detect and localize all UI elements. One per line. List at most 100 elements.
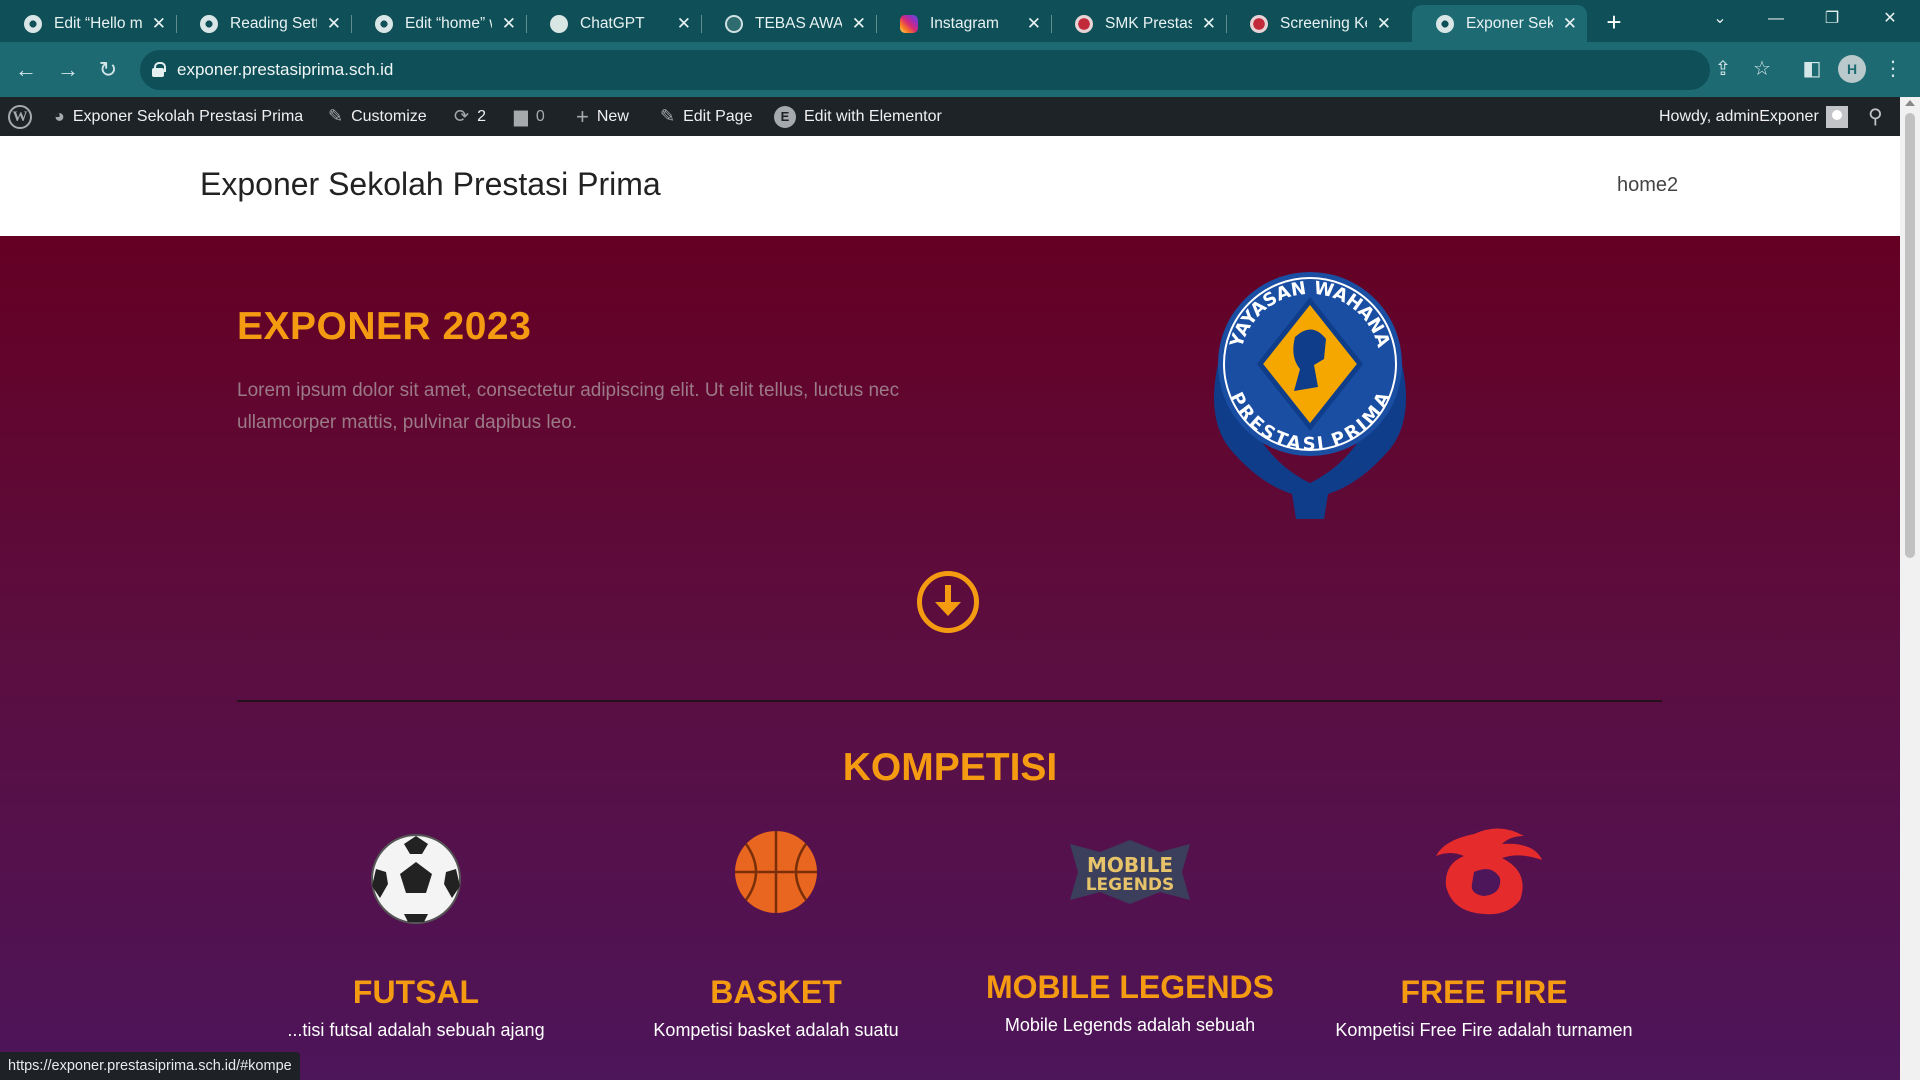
tab-search-icon[interactable]: ⌄ [1692,0,1748,38]
bookmark-star-icon[interactable]: ☆ [1747,54,1777,84]
hero-title: EXPONER 2023 [237,305,532,348]
card-description: Mobile Legends adalah sebuah [1004,1015,1256,1035]
edit-page-label: Edit Page [683,107,753,125]
competition-card-basket[interactable]: BASKET Kompetisi basket adalah suatu [616,814,936,1040]
page-scrollbar[interactable] [1900,97,1920,1080]
basketball-icon [735,831,817,913]
status-bar-url: https://exponer.prestasiprima.sch.id/#ko… [0,1052,300,1080]
browser-toolbar: ← → ↻ exponer.prestasiprima.sch.id ⇪ ☆ ◧… [0,42,1920,97]
account-menu[interactable]: Howdy, adminExponer [1659,97,1848,136]
wordpress-globe-icon [1436,14,1454,33]
hero-text: Lorem ipsum dolor sit amet, consectetur … [237,380,900,433]
browser-tab-strip: Edit “Hello ma ✕ Reading Settin ✕ Edit “… [0,0,1920,42]
tab-title: SMK Prestasi P [1105,14,1192,32]
side-panel-icon[interactable]: ◧ [1797,54,1827,84]
edit-page-link[interactable]: ✎ Edit Page [660,97,752,136]
edit-elementor-link[interactable]: E Edit with Elementor [774,97,942,136]
site-title[interactable]: Exponer Sekolah Prestasi Prima [200,166,661,203]
tab-title: Screening Kes [1280,14,1367,32]
wordpress-menu[interactable]: W [8,97,32,136]
reload-icon[interactable]: ↻ [92,54,124,86]
kompetisi-title: KOMPETISI [842,746,1058,789]
close-icon[interactable]: ✕ [1027,14,1041,34]
scroll-up-arrow-icon[interactable] [1905,100,1915,106]
scrollbar-thumb[interactable] [1905,113,1915,558]
card-title: FUTSAL [352,974,480,1010]
card-description: ...tisi futsal adalah sebuah ajang [287,1020,545,1040]
close-icon[interactable]: ✕ [677,14,691,34]
card-description: Kompetisi Free Fire adalah turnamen [1335,1020,1633,1040]
tebas-icon [725,14,743,33]
elementor-icon: E [774,105,796,128]
tab-title: Reading Settin [230,14,317,32]
admin-site-name[interactable]: ◕ Exponer Sekolah Prestasi Prima [54,97,303,136]
forward-icon[interactable]: → [52,54,84,86]
chatgpt-icon [550,14,568,33]
admin-search[interactable]: ⚲ [1868,97,1891,136]
tab-title: Instagram [930,14,999,32]
section-divider [237,700,1662,702]
yayasan-logo: YAYASAN WAHANA PRESTASI PRIMA [1200,269,1420,519]
customize-link[interactable]: ✎ Customize [328,97,427,136]
smk-icon [1250,14,1268,33]
browser-tab[interactable]: ChatGPT ✕ [526,5,702,42]
share-icon[interactable]: ⇪ [1708,54,1738,84]
browser-tab-active[interactable]: Exponer Sekol ✕ [1412,5,1587,42]
scroll-down-icon[interactable] [917,571,979,633]
logo-text: MOBILE [1087,853,1173,877]
browser-tab[interactable]: SMK Prestasi P ✕ [1051,5,1227,42]
browser-tab[interactable]: Edit “Hello ma ✕ [0,5,177,42]
browser-tab[interactable]: Screening Kes ✕ [1226,5,1401,42]
avatar [1825,105,1848,128]
site-name-label: Exponer Sekolah Prestasi Prima [72,107,304,125]
tab-title: Edit “Hello ma [54,14,142,32]
browser-tab[interactable]: TEBAS AWARD ✕ [701,5,877,42]
card-title: FREE FIRE [1400,974,1568,1010]
new-label: New [596,107,629,125]
updates-count: 2 [477,107,486,125]
wp-admin-bar: W ◕ Exponer Sekolah Prestasi Prima ✎ Cus… [0,97,1920,136]
competition-card-mobile-legends[interactable]: MOBILE LEGENDS MOBILE LEGENDS Mobile Leg… [970,814,1290,1035]
profile-avatar[interactable]: H [1838,55,1866,83]
competition-card-futsal[interactable]: FUTSAL ...tisi futsal adalah sebuah ajan… [256,814,576,1040]
competition-card-free-fire[interactable]: FREE FIRE Kompetisi Free Fire adalah tur… [1324,814,1644,1040]
address-bar[interactable]: exponer.prestasiprima.sch.id [140,50,1710,90]
updates-icon: ⟳ [454,106,470,126]
card-description: Kompetisi basket adalah suatu [653,1020,899,1040]
customize-label: Customize [351,107,427,125]
back-icon[interactable]: ← [10,54,42,86]
menu-kebab-icon[interactable]: ⋮ [1878,54,1908,84]
soccer-ball-icon [371,834,461,924]
browser-tab[interactable]: Instagram ✕ [876,5,1052,42]
close-icon[interactable]: ✕ [1202,14,1216,34]
browser-tab[interactable]: Reading Settin ✕ [176,5,352,42]
wordpress-globe-icon [200,14,218,33]
browser-tab[interactable]: Edit “home” w ✕ [351,5,527,42]
comment-icon: ▆ [514,106,528,126]
close-window-icon[interactable]: ✕ [1862,0,1918,38]
restore-icon[interactable]: ❐ [1804,0,1860,38]
howdy-label: Howdy, adminExponer [1659,107,1819,125]
close-icon[interactable]: ✕ [1563,14,1577,34]
new-tab-button[interactable]: + [1598,6,1630,38]
dashboard-icon: ◕ [54,106,65,126]
smk-icon [1075,14,1093,33]
close-icon[interactable]: ✕ [327,14,341,34]
close-icon[interactable]: ✕ [502,14,516,34]
minimize-icon[interactable]: — [1748,0,1804,38]
comments-link[interactable]: ▆ 0 [514,97,545,136]
card-title: MOBILE LEGENDS [985,969,1274,1005]
tab-title: ChatGPT [580,14,645,32]
card-title: BASKET [710,974,842,1010]
plus-icon: + [576,103,589,129]
wordpress-globe-icon [24,14,42,33]
lock-icon [152,62,166,77]
new-content-link[interactable]: + New [576,97,629,136]
close-icon[interactable]: ✕ [1377,14,1391,34]
close-icon[interactable]: ✕ [852,14,866,34]
edit-elementor-label: Edit with Elementor [804,107,942,125]
menu-item-home2[interactable]: home2 [1617,174,1678,197]
site-header: Exponer Sekolah Prestasi Prima home2 [0,136,1900,236]
updates-link[interactable]: ⟳ 2 [454,97,486,136]
close-icon[interactable]: ✕ [152,14,166,34]
